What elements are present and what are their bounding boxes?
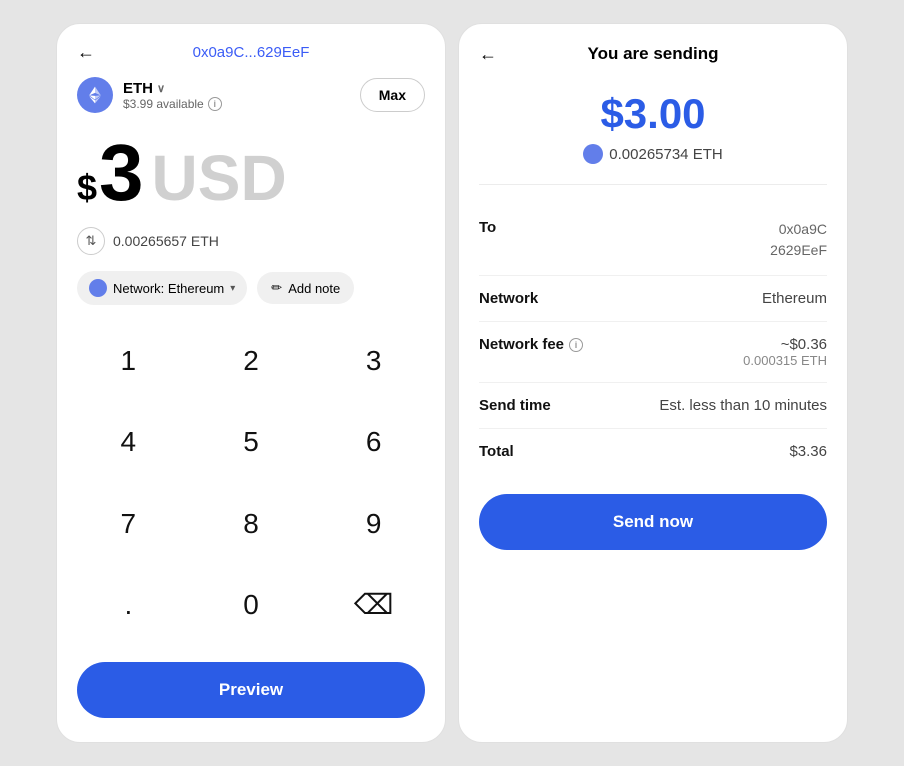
right-header: ← You are sending [459, 44, 847, 80]
to-label: To [479, 219, 496, 236]
to-address: 0x0a9C 2629EeF [770, 219, 827, 261]
network-label: Network: Ethereum [113, 281, 224, 296]
eth-equiv-text: 0.00265657 ETH [113, 233, 219, 249]
to-address-line1: 0x0a9C [770, 219, 827, 240]
to-address-line2: 2629EeF [770, 240, 827, 261]
network-detail-value: Ethereum [762, 290, 827, 307]
fee-usd: ~$0.36 [743, 336, 827, 353]
network-chevron-icon: ▾ [230, 283, 235, 294]
network-row: Network: Ethereum ▾ ✏ Add note [57, 271, 445, 325]
pencil-icon: ✏ [271, 280, 282, 296]
send-usd-amount: $3.00 [479, 90, 827, 138]
network-detail-row: Network Ethereum [479, 276, 827, 322]
numpad-key-5[interactable]: 5 [190, 406, 313, 478]
total-value: $3.36 [789, 443, 827, 460]
amount-display: $ 3 USD [57, 125, 445, 219]
fee-value: ~$0.36 0.000315 ETH [743, 336, 827, 368]
numpad-key-6[interactable]: 6 [312, 406, 435, 478]
currency-label: USD [152, 141, 287, 215]
eth-equivalent-row: ⇅ 0.00265657 ETH [57, 219, 445, 271]
details-section: To 0x0a9C 2629EeF Network Ethereum Netwo… [459, 185, 847, 474]
add-note-label: Add note [288, 281, 340, 296]
numpad-key-3[interactable]: 3 [312, 325, 435, 397]
network-detail-label: Network [479, 290, 538, 307]
eth-logo-icon [77, 77, 113, 113]
preview-button[interactable]: Preview [77, 662, 425, 718]
fee-eth: 0.000315 ETH [743, 353, 827, 368]
numpad: 123 456 789.0⌫ [57, 325, 445, 650]
token-name: ETH [123, 80, 153, 97]
decimal-key[interactable]: . [67, 569, 190, 641]
send-eth-row: 0.00265734 ETH [479, 144, 827, 164]
dollar-sign: $ [77, 167, 97, 209]
right-header-title: You are sending [588, 44, 719, 64]
total-row: Total $3.36 [479, 429, 827, 474]
back-button-left[interactable]: ← [77, 42, 95, 63]
numpad-key-8[interactable]: 8 [190, 488, 313, 560]
send-time-value: Est. less than 10 minutes [659, 397, 827, 414]
numpad-key-9[interactable]: 9 [312, 488, 435, 560]
numpad-key-2[interactable]: 2 [190, 325, 313, 397]
fee-info-icon[interactable]: i [569, 338, 583, 352]
left-header: ← 0x0a9C...629EeF [57, 44, 445, 77]
token-info: ETH ∨ $3.99 available i [77, 77, 222, 113]
send-time-row: Send time Est. less than 10 minutes [479, 383, 827, 429]
swap-icon[interactable]: ⇅ [77, 227, 105, 255]
send-eth-icon [583, 144, 603, 164]
fee-label-container: Network fee i [479, 336, 583, 353]
token-available: $3.99 available i [123, 97, 222, 111]
token-details: ETH ∨ $3.99 available i [123, 80, 222, 111]
send-eth-amount: 0.00265734 ETH [609, 146, 722, 163]
info-icon[interactable]: i [208, 97, 222, 111]
send-now-button[interactable]: Send now [479, 494, 827, 550]
numpad-key-4[interactable]: 4 [67, 406, 190, 478]
send-time-label: Send time [479, 397, 551, 414]
fee-row: Network fee i ~$0.36 0.000315 ETH [479, 322, 827, 383]
numpad-key-0[interactable]: 0 [190, 569, 313, 641]
token-chevron-icon: ∨ [157, 82, 165, 95]
add-note-button[interactable]: ✏ Add note [257, 272, 354, 304]
to-row: To 0x0a9C 2629EeF [479, 205, 827, 276]
fee-label: Network fee [479, 336, 564, 353]
network-eth-icon [89, 279, 107, 297]
network-button[interactable]: Network: Ethereum ▾ [77, 271, 247, 305]
wallet-address[interactable]: 0x0a9C...629EeF [193, 44, 310, 61]
numpad-key-7[interactable]: 7 [67, 488, 190, 560]
send-amount-section: $3.00 0.00265734 ETH [459, 80, 847, 184]
token-name-row[interactable]: ETH ∨ [123, 80, 222, 97]
back-button-right[interactable]: ← [479, 44, 497, 65]
token-row: ETH ∨ $3.99 available i Max [57, 77, 445, 125]
max-button[interactable]: Max [360, 78, 425, 112]
numpad-key-1[interactable]: 1 [67, 325, 190, 397]
total-label: Total [479, 443, 514, 460]
amount-number: 3 [99, 133, 144, 213]
backspace-key[interactable]: ⌫ [312, 569, 435, 641]
